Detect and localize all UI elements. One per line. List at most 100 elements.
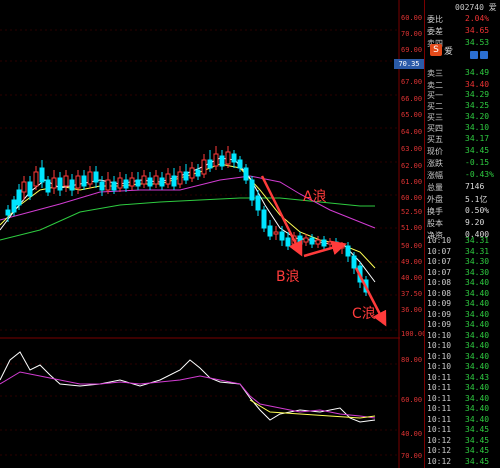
candlestick-chart[interactable] bbox=[0, 0, 400, 468]
tick-price: 34.40 bbox=[465, 341, 490, 350]
price-axis-label: 37.50 bbox=[401, 290, 423, 298]
candle bbox=[267, 225, 273, 237]
quote-row-value: -0.15 bbox=[465, 158, 490, 167]
price-axis-label: 51.00 bbox=[401, 224, 423, 232]
candle bbox=[123, 179, 129, 189]
tick-time: 10:09 bbox=[427, 299, 452, 308]
quote-row-label: 现价 bbox=[427, 147, 443, 156]
quote-row-label: 涨跌 bbox=[427, 159, 443, 168]
tick-row: 10:11 34.45 bbox=[425, 425, 500, 436]
candle bbox=[33, 171, 39, 187]
current-price-tag: 70.35 bbox=[394, 59, 424, 69]
tick-row: 10:12 34.45 bbox=[425, 457, 500, 468]
candle bbox=[309, 237, 315, 245]
tick-price: 34.40 bbox=[465, 278, 490, 287]
tick-time: 10:11 bbox=[427, 372, 452, 382]
tick-row: 10:11 34.40 bbox=[425, 394, 500, 405]
tick-row: 10:12 34.45 bbox=[425, 436, 500, 447]
price-axis-label: 60.00 bbox=[401, 14, 423, 22]
candle bbox=[315, 239, 321, 245]
indicator-panel bbox=[0, 351, 376, 423]
candle bbox=[279, 231, 285, 241]
candle bbox=[207, 159, 213, 169]
candle bbox=[225, 151, 231, 165]
quote-row: 现价 34.45 bbox=[425, 146, 500, 157]
candle bbox=[321, 239, 327, 247]
candle bbox=[231, 153, 237, 163]
favorite-badge-icon[interactable]: S bbox=[430, 44, 442, 56]
candle bbox=[75, 175, 81, 189]
candle bbox=[99, 181, 105, 191]
candle bbox=[27, 181, 33, 197]
tick-time: 10:08 bbox=[427, 288, 452, 298]
quote-row-label: 外盘 bbox=[427, 195, 443, 204]
candle bbox=[243, 167, 249, 181]
tick-time: 10:10 bbox=[427, 341, 452, 350]
candle bbox=[171, 175, 177, 187]
price-axis-label: 40.00 bbox=[401, 430, 423, 438]
tick-time: 10:07 bbox=[427, 246, 452, 256]
candle bbox=[39, 167, 45, 183]
tick-row: 10:07 34.30 bbox=[425, 257, 500, 268]
tick-row: 10:11 34.43 bbox=[425, 373, 500, 384]
candle bbox=[141, 175, 147, 185]
quote-row: 买一 34.29 bbox=[425, 90, 500, 101]
price-axis-label: 70.00 bbox=[401, 30, 423, 38]
quote-row-label: 买三 bbox=[427, 113, 443, 122]
tick-row: 10:09 34.40 bbox=[425, 310, 500, 321]
quote-row-value: 34.40 bbox=[465, 80, 490, 89]
quote-row-label: 买一 bbox=[427, 91, 443, 100]
tick-time: 10:07 bbox=[427, 257, 452, 266]
tick-time: 10:10 bbox=[427, 330, 452, 340]
quote-row-label: 委比 bbox=[427, 15, 443, 24]
wave-a-label: A浪 bbox=[303, 189, 327, 205]
settings-icon[interactable] bbox=[480, 51, 488, 59]
tick-row: 10:10 34.31 bbox=[425, 236, 500, 247]
indicator-line-white bbox=[0, 351, 376, 423]
wave-a-arrow bbox=[260, 175, 303, 257]
tick-price: 34.40 bbox=[465, 393, 490, 403]
tick-price: 34.40 bbox=[465, 330, 490, 340]
tick-row: 10:07 34.30 bbox=[425, 268, 500, 279]
candle bbox=[201, 159, 207, 175]
candle bbox=[21, 181, 27, 193]
quote-row: 买四 34.10 bbox=[425, 123, 500, 134]
quote-row-label: 换手 bbox=[427, 207, 443, 216]
tick-row: 10:07 34.31 bbox=[425, 247, 500, 258]
candle bbox=[57, 177, 63, 191]
quote-row: 委差 34.65 bbox=[425, 26, 500, 37]
candle bbox=[45, 179, 51, 193]
candle bbox=[105, 179, 111, 191]
tick-price: 34.45 bbox=[465, 435, 490, 445]
tick-time: 10:12 bbox=[427, 446, 452, 455]
stock-code: 002740 爱 bbox=[455, 3, 497, 12]
tick-time: 10:07 bbox=[427, 267, 452, 277]
quote-row-value: 34.29 bbox=[465, 90, 490, 99]
tick-row: 10:11 34.40 bbox=[425, 404, 500, 415]
price-axis-label: 70.00 bbox=[401, 452, 423, 460]
quote-row: 卖三 34.49 bbox=[425, 68, 500, 79]
tick-row: 10:11 34.40 bbox=[425, 383, 500, 394]
quote-row-value: 9.20 bbox=[465, 218, 485, 227]
candle bbox=[297, 235, 303, 245]
candle bbox=[159, 177, 165, 187]
candle bbox=[93, 171, 99, 183]
wave-c-label: C浪 bbox=[352, 306, 376, 322]
candle bbox=[117, 177, 123, 189]
tick-time: 10:11 bbox=[427, 404, 452, 413]
candle bbox=[69, 179, 75, 191]
quote-row: 外盘 5.1亿 bbox=[425, 194, 500, 205]
quote-row-value: 34.65 bbox=[465, 26, 490, 35]
quote-row: 买五 34.17 bbox=[425, 134, 500, 145]
candle bbox=[87, 171, 93, 185]
price-axis-label: 63.00 bbox=[401, 145, 423, 153]
candle bbox=[213, 153, 219, 167]
share-icon[interactable] bbox=[470, 51, 478, 59]
tick-price: 34.40 bbox=[465, 351, 490, 361]
candle bbox=[63, 175, 69, 187]
tick-time: 10:11 bbox=[427, 414, 452, 424]
candle bbox=[303, 237, 309, 243]
price-axis-label: 67.00 bbox=[401, 78, 423, 86]
tick-price: 34.40 bbox=[465, 383, 490, 392]
quote-row-label: 买五 bbox=[427, 135, 443, 144]
